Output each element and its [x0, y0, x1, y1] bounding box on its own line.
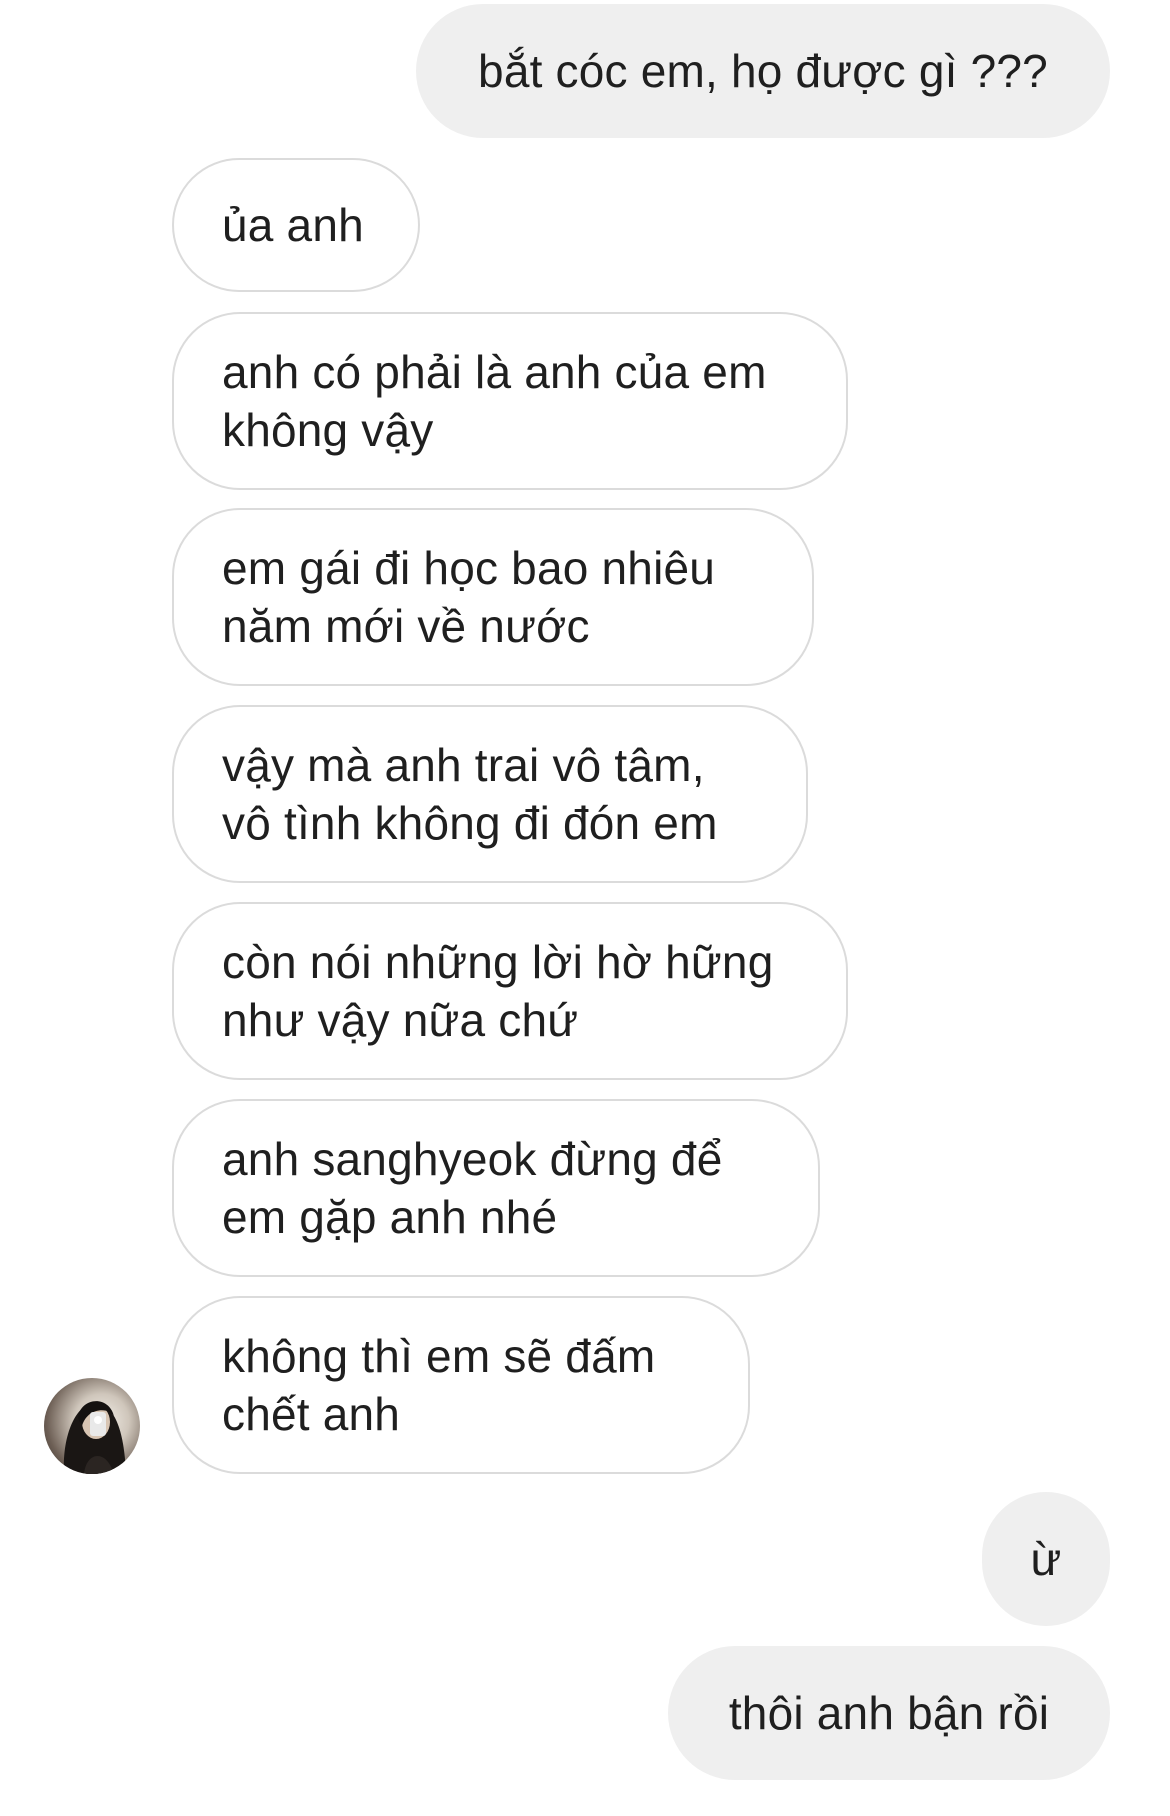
message-bubble-received[interactable]: không thì em sẽ đấm chết anh — [172, 1296, 750, 1474]
message-bubble-sent[interactable]: ừ — [982, 1492, 1110, 1626]
contact-avatar[interactable] — [44, 1378, 140, 1474]
message-bubble-received[interactable]: anh sanghyeok đừng để em gặp anh nhé — [172, 1099, 820, 1277]
message-bubble-sent[interactable]: bắt cóc em, họ được gì ??? — [416, 4, 1110, 138]
message-bubble-sent[interactable]: thôi anh bận rồi — [668, 1646, 1110, 1780]
message-bubble-received[interactable]: vậy mà anh trai vô tâm, vô tình không đi… — [172, 705, 808, 883]
contact-avatar-icon — [63, 1401, 126, 1474]
message-thread: bắt cóc em, họ được gì ??? ủa anh anh có… — [0, 0, 1170, 1816]
message-bubble-received[interactable]: ủa anh — [172, 158, 420, 292]
message-bubble-received[interactable]: anh có phải là anh của em không vậy — [172, 312, 848, 490]
message-bubble-received[interactable]: em gái đi học bao nhiêu năm mới về nước — [172, 508, 814, 686]
message-bubble-received[interactable]: còn nói những lời hờ hững như vậy nữa ch… — [172, 902, 848, 1080]
